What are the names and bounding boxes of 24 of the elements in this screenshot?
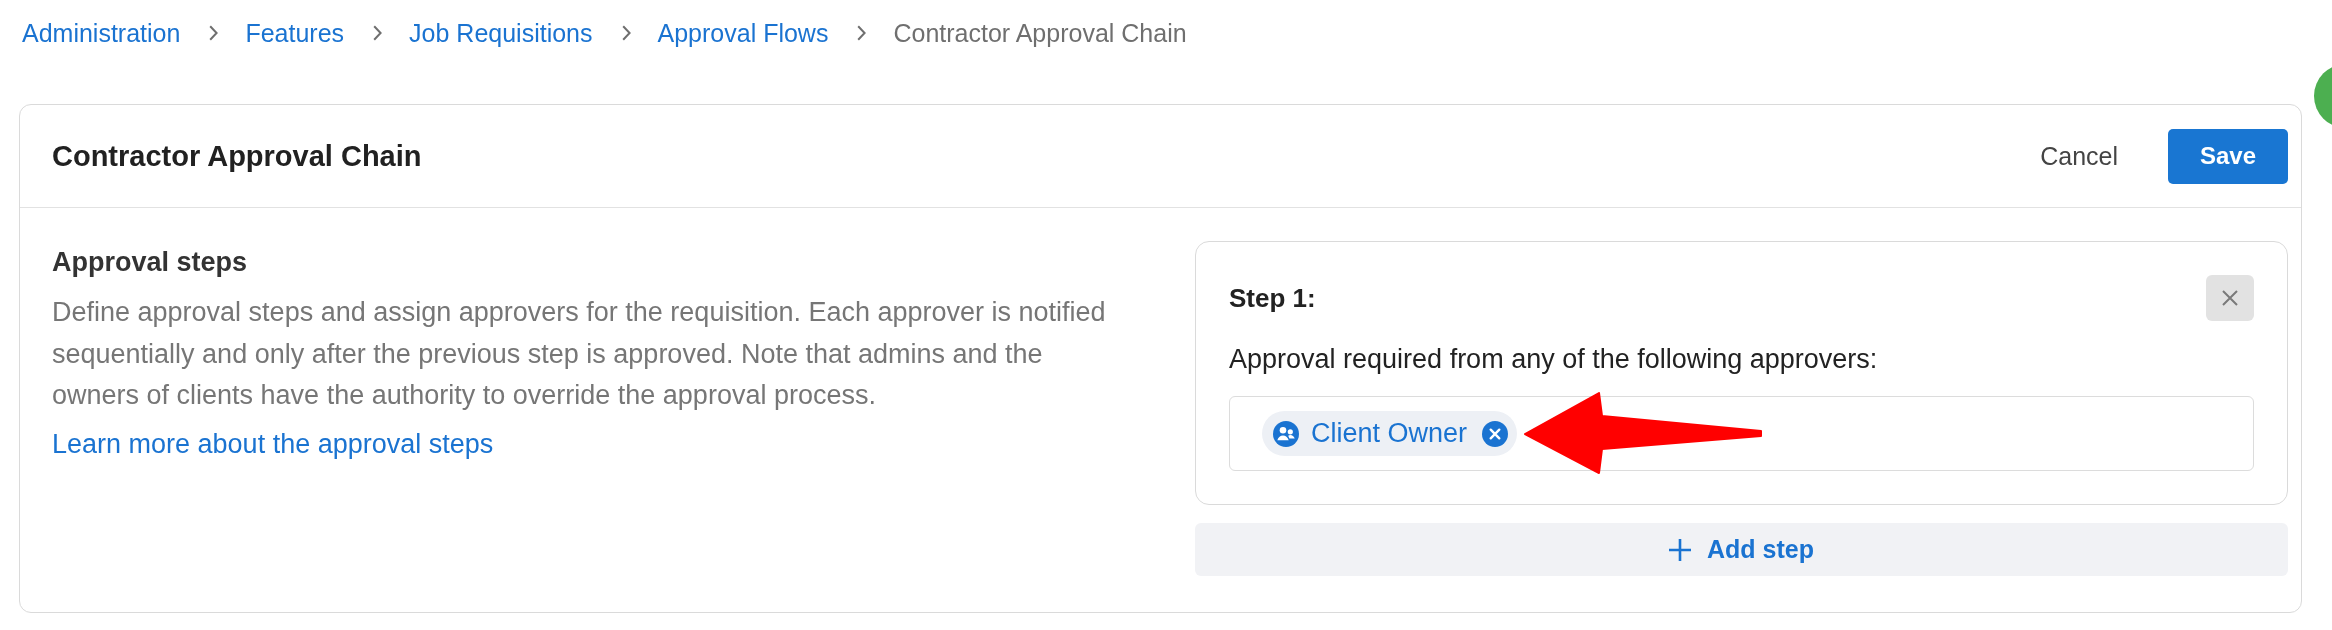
group-icon bbox=[1273, 420, 1299, 447]
chevron-icon bbox=[857, 25, 867, 41]
learn-more-link[interactable]: Learn more about the approval steps bbox=[52, 422, 494, 465]
approver-name: Client Owner bbox=[1311, 418, 1468, 449]
breadcrumb-link[interactable]: Approval Flows bbox=[657, 18, 829, 48]
page-title: Contractor Approval Chain bbox=[52, 139, 423, 173]
breadcrumb-link[interactable]: Job Requisitions bbox=[409, 18, 593, 48]
breadcrumb-link[interactable]: Administration bbox=[22, 18, 181, 48]
cancel-button[interactable]: Cancel bbox=[2028, 131, 2130, 181]
breadcrumb-link[interactable]: Features bbox=[245, 18, 345, 48]
step-prompt: Approval required from any of the following approvers: bbox=[1229, 343, 1879, 376]
chevron-icon bbox=[209, 25, 219, 41]
add-step-button[interactable]: Add step bbox=[1195, 523, 2288, 576]
chevron-icon bbox=[621, 25, 631, 41]
plus-icon bbox=[1669, 538, 1691, 561]
section-heading: Approval steps bbox=[52, 246, 248, 279]
section-description: Define approval steps and assign approvers for the requisition. Each approver is notified sequentially and only after the previous step is approved. Note that admins and the owners of clients have the authority to override the approval process. bbox=[52, 296, 1107, 413]
close-icon[interactable] bbox=[1482, 420, 1509, 447]
step-title: Step 1: bbox=[1229, 282, 1316, 314]
chevron-icon bbox=[373, 25, 383, 41]
save-button[interactable]: Save bbox=[2168, 128, 2288, 184]
breadcrumb-current: Contractor Approval Chain bbox=[893, 18, 1187, 48]
close-icon bbox=[2222, 290, 2238, 306]
remove-step-button[interactable] bbox=[2206, 275, 2254, 321]
